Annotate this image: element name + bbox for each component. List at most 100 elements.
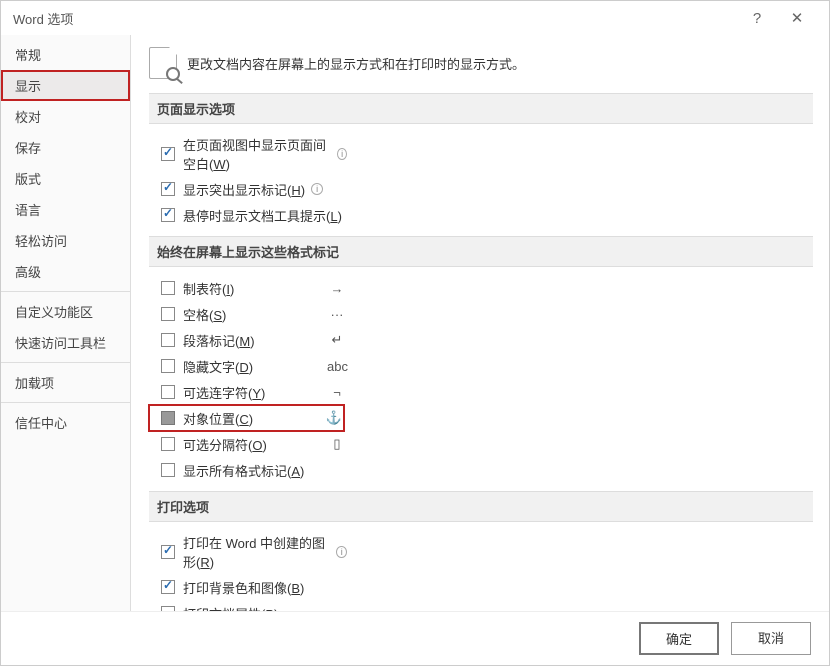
dialog-body: 常规 显示 校对 保存 版式 语言 轻松访问 高级 自定义功能区 快速访问工具栏… (1, 35, 829, 611)
sidebar-item-advanced[interactable]: 高级 (1, 256, 130, 287)
format-mark-glyph-icon: ▯ (327, 436, 347, 452)
option-label[interactable]: 显示突出显示标记(H) (183, 180, 305, 199)
checkbox[interactable] (161, 333, 175, 347)
sidebar-item-display[interactable]: 显示 (1, 70, 130, 101)
print-opts-group: 打印在 Word 中创建的图形(R) i 打印背景色和图像(B) 打印文档属性(P) 打… (149, 530, 813, 611)
option-row: 空格(S) ··· (149, 301, 813, 327)
option: 隐藏文字(D) abc (157, 356, 347, 376)
option: 对象位置(C)⚓ (157, 408, 344, 428)
checkbox[interactable] (161, 437, 175, 451)
option-row: 在页面视图中显示页面间空白(W) i (149, 132, 813, 176)
format-mark-glyph-icon: abc (327, 359, 347, 374)
checkbox[interactable] (161, 385, 175, 399)
sidebar-item-trust-center[interactable]: 信任中心 (1, 407, 130, 438)
section-header-format-marks: 始终在屏幕上显示这些格式标记 (149, 236, 813, 267)
option-row: 打印文档属性(P) (149, 600, 813, 611)
option-label[interactable]: 段落标记(M) (183, 331, 255, 350)
option: 制表符(I) → (157, 278, 347, 298)
sidebar: 常规 显示 校对 保存 版式 语言 轻松访问 高级 自定义功能区 快速访问工具栏… (1, 35, 131, 611)
sidebar-item-save[interactable]: 保存 (1, 132, 130, 163)
sidebar-item-quick-access[interactable]: 快速访问工具栏 (1, 327, 130, 358)
checkbox[interactable] (161, 580, 175, 594)
option-row: 对象位置(C)⚓ (149, 405, 344, 431)
dialog-title: Word 选项 (13, 9, 737, 28)
option: 悬停时显示文档工具提示(L) (157, 205, 347, 225)
info-icon[interactable]: i (337, 148, 347, 160)
option: 显示所有格式标记(A) (157, 460, 347, 480)
checkbox[interactable] (161, 307, 175, 321)
info-icon[interactable]: i (336, 546, 347, 558)
dialog-footer: 确定 取消 (1, 611, 829, 665)
sidebar-item-language[interactable]: 语言 (1, 194, 130, 225)
sidebar-separator (1, 402, 130, 403)
option-label[interactable]: 可选分隔符(O) (183, 435, 267, 454)
main-panel: 更改文档内容在屏幕上的显示方式和在打印时的显示方式。 页面显示选项 在页面视图中… (131, 35, 829, 611)
checkbox[interactable] (161, 545, 175, 559)
option-row: 打印背景色和图像(B) (149, 574, 813, 600)
option-row: 悬停时显示文档工具提示(L) (149, 202, 813, 228)
option: 可选连字符(Y) ¬ (157, 382, 347, 402)
option: 可选分隔符(O) ▯ (157, 434, 347, 454)
option-label[interactable]: 可选连字符(Y) (183, 383, 265, 402)
option-label[interactable]: 打印文档属性(P) (183, 604, 278, 612)
sidebar-item-proofing[interactable]: 校对 (1, 101, 130, 132)
checkbox[interactable] (161, 147, 175, 161)
checkbox[interactable] (161, 606, 175, 611)
option-row: 隐藏文字(D) abc (149, 353, 813, 379)
option-row: 制表符(I) → (149, 275, 813, 301)
cancel-button[interactable]: 取消 (731, 622, 811, 655)
format-mark-glyph-icon: ··· (327, 307, 347, 322)
intro-text: 更改文档内容在屏幕上的显示方式和在打印时的显示方式。 (187, 54, 525, 73)
option-label[interactable]: 打印在 Word 中创建的图形(R) (183, 533, 330, 571)
option-label[interactable]: 隐藏文字(D) (183, 357, 253, 376)
option: 空格(S) ··· (157, 304, 347, 324)
word-options-dialog: Word 选项 ? ✕ 常规 显示 校对 保存 版式 语言 轻松访问 高级 自定… (0, 0, 830, 666)
option-row: 显示突出显示标记(H) i (149, 176, 813, 202)
option: 打印文档属性(P) (157, 603, 347, 611)
option: 打印在 Word 中创建的图形(R) i (157, 533, 347, 571)
checkbox[interactable] (161, 182, 175, 196)
page-preview-icon (149, 47, 177, 79)
sidebar-item-general[interactable]: 常规 (1, 39, 130, 70)
page-display-group: 在页面视图中显示页面间空白(W) i 显示突出显示标记(H) i 悬停时显示文档工具提示… (149, 132, 813, 228)
option-label[interactable]: 制表符(I) (183, 279, 234, 298)
sidebar-item-customize-ribbon[interactable]: 自定义功能区 (1, 296, 130, 327)
format-mark-glyph-icon: ¬ (327, 385, 347, 400)
option-row: 显示所有格式标记(A) (149, 457, 813, 483)
ok-button[interactable]: 确定 (639, 622, 719, 655)
option-label[interactable]: 悬停时显示文档工具提示(L) (183, 206, 342, 225)
checkbox[interactable] (161, 411, 175, 425)
option-label[interactable]: 对象位置(C) (183, 409, 253, 428)
checkbox[interactable] (161, 359, 175, 373)
sidebar-item-ease[interactable]: 轻松访问 (1, 225, 130, 256)
option-row: 可选连字符(Y) ¬ (149, 379, 813, 405)
section-header-page-display: 页面显示选项 (149, 93, 813, 124)
format-mark-glyph-icon: → (327, 281, 347, 296)
info-icon[interactable]: i (311, 183, 323, 195)
format-marks-group: 制表符(I) → 空格(S) ··· 段落标记(M) ↵ 隐藏文字(D) abc 可选连字符(Y… (149, 275, 813, 483)
option-label[interactable]: 打印背景色和图像(B) (183, 578, 304, 597)
intro-row: 更改文档内容在屏幕上的显示方式和在打印时的显示方式。 (149, 47, 813, 79)
option-label[interactable]: 显示所有格式标记(A) (183, 461, 304, 480)
option: 段落标记(M) ↵ (157, 330, 347, 350)
sidebar-separator (1, 362, 130, 363)
option: 显示突出显示标记(H) i (157, 179, 347, 199)
option: 打印背景色和图像(B) (157, 577, 347, 597)
section-header-print-opts: 打印选项 (149, 491, 813, 522)
option-row: 可选分隔符(O) ▯ (149, 431, 813, 457)
option-label[interactable]: 空格(S) (183, 305, 226, 324)
titlebar: Word 选项 ? ✕ (1, 1, 829, 35)
checkbox[interactable] (161, 463, 175, 477)
sidebar-item-addins[interactable]: 加载项 (1, 367, 130, 398)
close-button[interactable]: ✕ (777, 9, 817, 27)
checkbox[interactable] (161, 208, 175, 222)
sidebar-item-layout[interactable]: 版式 (1, 163, 130, 194)
option: 在页面视图中显示页面间空白(W) i (157, 135, 347, 173)
sidebar-separator (1, 291, 130, 292)
option-label[interactable]: 在页面视图中显示页面间空白(W) (183, 135, 331, 173)
option-row: 段落标记(M) ↵ (149, 327, 813, 353)
checkbox[interactable] (161, 281, 175, 295)
option-row: 打印在 Word 中创建的图形(R) i (149, 530, 813, 574)
help-button[interactable]: ? (737, 10, 777, 27)
format-mark-glyph-icon: ↵ (327, 332, 347, 348)
